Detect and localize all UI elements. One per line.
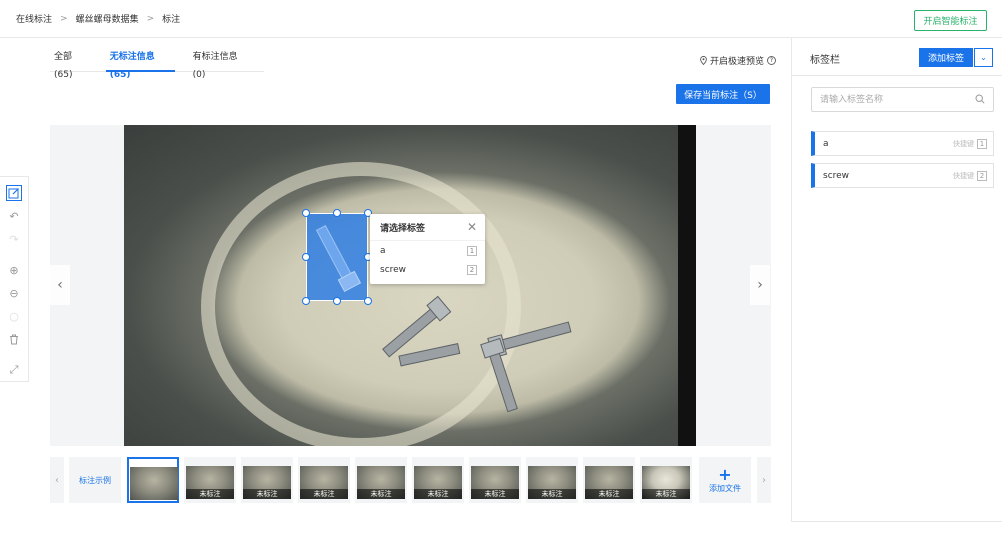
shortcut-text: 快捷键 (953, 171, 974, 180)
screws-illustration (382, 295, 572, 413)
annotation-canvas[interactable]: ‹ › (50, 125, 771, 446)
thumbnail[interactable]: 未标注 (469, 457, 521, 503)
thumbnail[interactable]: 未标注 (241, 457, 293, 503)
breadcrumb-online-annotation[interactable]: 在线标注 (16, 12, 52, 25)
breadcrumb-dataset[interactable]: 螺丝螺母数据集 (76, 12, 139, 25)
annotation-example-button[interactable]: 标注示例 (69, 457, 121, 503)
add-file-label: 添加文件 (709, 483, 741, 493)
popup-option-a[interactable]: a 1 (370, 241, 485, 260)
image-dark-edge (678, 125, 696, 446)
unlabeled-badge: 未标注 (186, 489, 234, 499)
save-annotation-button[interactable]: 保存当前标注（S） (676, 84, 770, 104)
tab-labeled[interactable]: 有标注信息(0) (189, 48, 250, 80)
label-panel-title: 标签栏 (810, 55, 840, 66)
unlabeled-badge: 未标注 (300, 489, 348, 499)
unlabeled-badge: 未标注 (243, 489, 291, 499)
close-icon[interactable]: ✕ (467, 220, 477, 234)
smart-annotation-button[interactable]: 开启智能标注 (914, 10, 987, 31)
thumbnail[interactable]: 未标注 (298, 457, 350, 503)
resize-handle-l[interactable] (302, 253, 310, 261)
shortcut-hint: 快捷键 1 (953, 138, 987, 149)
tab-all[interactable]: 全部(65) (50, 48, 92, 80)
annotation-toolbar: ↶ ↷ ⊕ ⊖ ○ ⤢ (0, 176, 29, 382)
plus-icon: + (718, 464, 732, 484)
resize-handle-bl[interactable] (302, 297, 310, 305)
popup-option-label: a (380, 245, 386, 256)
unlabeled-badge: 未标注 (585, 489, 633, 499)
thumbs-next-button[interactable]: › (757, 457, 771, 503)
bounding-box[interactable] (306, 213, 368, 301)
shortcut-key: 1 (977, 138, 987, 149)
resize-handle-tl[interactable] (302, 209, 310, 217)
delete-icon[interactable] (6, 331, 22, 347)
undo-icon[interactable]: ↶ (6, 208, 22, 224)
zoom-out-icon[interactable]: ⊖ (6, 285, 22, 301)
thumbnail[interactable]: 未标注 (184, 457, 236, 503)
thumbnail[interactable]: 未标注 (526, 457, 578, 503)
location-pin-icon (700, 56, 707, 65)
chevron-right-icon: > (60, 13, 68, 24)
thumbnail[interactable] (127, 457, 179, 503)
resize-handle-b[interactable] (333, 297, 341, 305)
label-item-a[interactable]: a 快捷键 1 (811, 131, 994, 156)
shortcut-hint: 快捷键 2 (953, 170, 987, 181)
label-name: screw (823, 170, 850, 181)
popup-option-screw[interactable]: screw 2 (370, 260, 485, 279)
breadcrumb: 在线标注 > 螺丝螺母数据集 > 标注 (16, 12, 181, 26)
circle-icon[interactable]: ○ (6, 308, 22, 324)
speed-preview-toggle[interactable]: 开启极速预览 ? (700, 54, 777, 67)
thumbnail-image (130, 467, 178, 500)
popup-title: 请选择标签 (380, 223, 426, 234)
shortcut-key: 1 (467, 245, 477, 256)
prev-image-button[interactable]: ‹ (50, 265, 70, 305)
thumbs-prev-button[interactable]: ‹ (50, 457, 64, 503)
shortcut-text: 快捷键 (953, 139, 974, 148)
unlabeled-badge: 未标注 (357, 489, 405, 499)
fullscreen-icon[interactable]: ⤢ (6, 362, 22, 378)
thumbnail[interactable]: 未标注 (583, 457, 635, 503)
unlabeled-badge: 未标注 (471, 489, 519, 499)
label-name: a (823, 138, 829, 149)
popup-option-label: screw (380, 264, 407, 275)
label-panel: 标签栏 添加标签 ⌄ a 快捷键 1 screw 快捷键 2 (791, 38, 1002, 522)
unlabeled-badge: 未标注 (642, 489, 690, 499)
add-file-button[interactable]: + 添加文件 (699, 457, 751, 503)
popup-header: 请选择标签 ✕ (370, 214, 485, 241)
unlabeled-badge: 未标注 (528, 489, 576, 499)
shortcut-key: 2 (977, 170, 987, 181)
speed-preview-label: 开启极速预览 (710, 57, 765, 67)
chevron-right-icon: > (146, 13, 155, 24)
filter-tabs: 全部(65) 无标注信息(65) 有标注信息(0) (50, 48, 264, 80)
breadcrumb-current: 标注 (162, 15, 181, 25)
redo-icon[interactable]: ↷ (6, 231, 22, 247)
thumbnail[interactable]: 未标注 (355, 457, 407, 503)
thumbnail[interactable]: 未标注 (640, 457, 692, 503)
label-select-popup: 请选择标签 ✕ a 1 screw 2 (370, 214, 485, 284)
thumbnail[interactable]: 未标注 (412, 457, 464, 503)
search-icon[interactable] (975, 94, 985, 104)
resize-handle-t[interactable] (333, 209, 341, 217)
label-search-input[interactable] (811, 87, 994, 112)
next-image-button[interactable]: › (750, 265, 770, 305)
screw-in-box (315, 224, 362, 293)
top-header: 在线标注 > 螺丝螺母数据集 > 标注 开启智能标注 (0, 0, 1002, 38)
zoom-in-icon[interactable]: ⊕ (6, 262, 22, 278)
add-label-button[interactable]: 添加标签 (919, 48, 973, 67)
unlabeled-badge: 未标注 (414, 489, 462, 499)
help-icon[interactable]: ? (767, 56, 777, 65)
chevron-down-icon[interactable]: ⌄ (974, 48, 993, 67)
tab-unlabeled[interactable]: 无标注信息(65) (105, 48, 175, 80)
thumbnail-strip: ‹ 标注示例 未标注 未标注 未标注 未标注 未标注 未标注 未标注 未标注 未… (50, 457, 771, 505)
label-item-screw[interactable]: screw 快捷键 2 (811, 163, 994, 188)
annotation-image[interactable] (124, 125, 696, 446)
resize-handle-br[interactable] (364, 297, 372, 305)
shortcut-key: 2 (467, 264, 477, 275)
edit-icon[interactable] (6, 185, 22, 201)
